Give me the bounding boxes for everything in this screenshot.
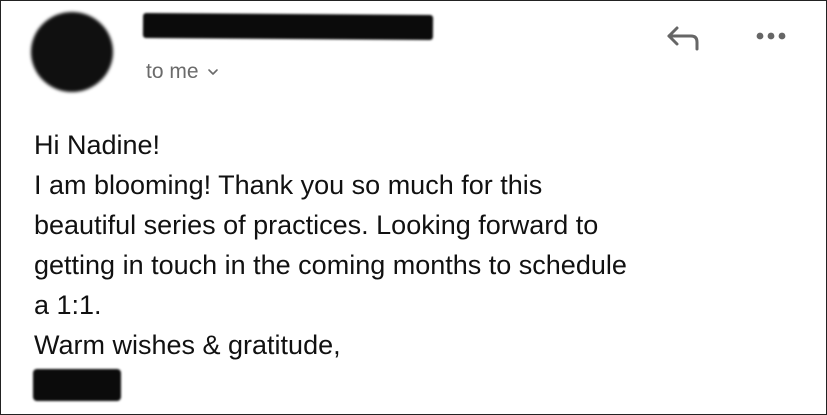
recipient-label: to me [146, 60, 199, 83]
recipient-details-toggle[interactable]: to me [146, 59, 219, 85]
message-line: I am blooming! Thank you so much for thi… [34, 170, 543, 200]
chevron-down-icon [207, 69, 218, 75]
reply-button[interactable] [663, 19, 705, 55]
message-body: Hi Nadine! I am blooming! Thank you so m… [34, 125, 814, 365]
message-line: Hi Nadine! [34, 130, 161, 160]
redacted-sender-name [142, 12, 434, 41]
more-dots-icon [756, 32, 786, 40]
reply-arrow-icon [667, 26, 699, 51]
more-options-button[interactable] [751, 19, 791, 53]
message-line: getting in touch in the coming months to… [34, 250, 627, 280]
message-line: a 1:1. [34, 290, 102, 320]
redacted-signature [33, 369, 121, 401]
message-line: Warm wishes & gratitude, [34, 330, 341, 360]
sender-avatar[interactable] [31, 12, 113, 92]
email-message-view: to me Hi Nadine! I am blooming! Thank yo… [0, 0, 827, 415]
message-line: beautiful series of practices. Looking f… [34, 210, 599, 240]
